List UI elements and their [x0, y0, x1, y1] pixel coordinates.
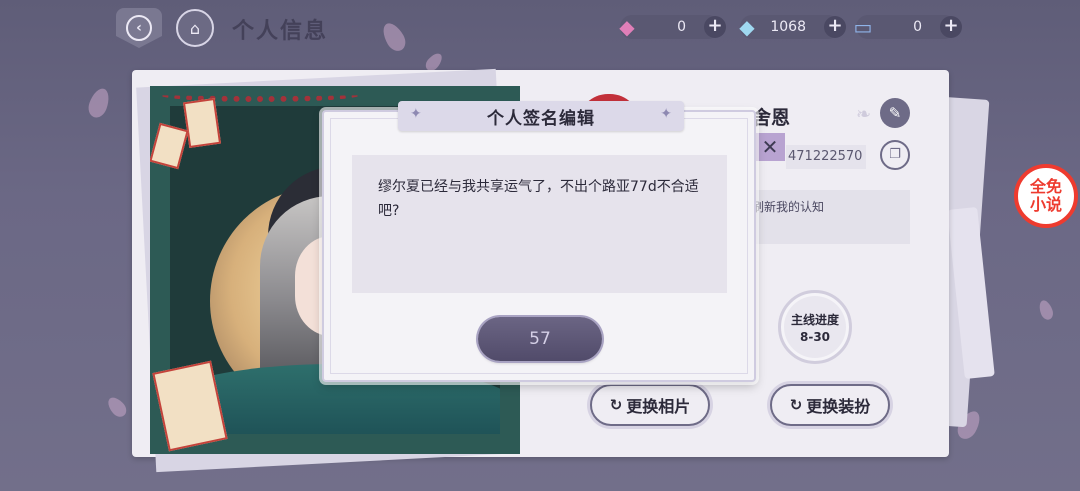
badge-line: 小说 — [1029, 195, 1062, 214]
refresh-icon: ↻ — [609, 396, 623, 414]
currency-ticket: ▭ 0 + — [854, 15, 962, 39]
pink-gem-icon: ◆ — [619, 15, 635, 39]
player-name: 舍恩 — [752, 107, 791, 129]
copy-icon: ❐ — [889, 147, 901, 162]
leaf-icon: ❧ — [856, 104, 872, 125]
back-button[interactable]: ‹ — [116, 8, 162, 48]
signature-input[interactable]: 缪尔夏已经与我共享运气了，不出个路亚77d不合适吧? — [352, 155, 727, 293]
add-ticket-button[interactable]: + — [940, 16, 962, 38]
petal-decoration — [378, 19, 410, 55]
change-photo-label: 更换相片 — [626, 397, 691, 416]
currency-diamond: ◆ 1068 + — [739, 15, 846, 39]
feather-icon: ✎ — [888, 104, 902, 122]
progress-value: 8-30 — [799, 330, 831, 344]
currency-pink-gem: ◆ 0 + — [619, 15, 726, 39]
story-progress-medal: 主线进度 8-30 — [778, 290, 852, 364]
refresh-icon: ↻ — [789, 396, 803, 414]
change-photo-button[interactable]: ↻ 更换相片 — [590, 384, 710, 426]
petal-decoration — [1036, 298, 1056, 322]
add-pink-gem-button[interactable]: + — [704, 16, 726, 38]
petal-decoration — [104, 394, 130, 420]
edit-name-button[interactable]: ✎ — [880, 98, 910, 128]
signature-preview: 刷新我的认知 — [752, 200, 825, 214]
page-title: 个人信息 — [232, 19, 329, 44]
copy-uid-button[interactable]: ❐ — [880, 140, 910, 170]
back-arrow-icon: ‹ — [126, 15, 152, 41]
dialog-title: 个人签名编辑 — [487, 108, 595, 129]
change-outfit-button[interactable]: ↻ 更换装扮 — [770, 384, 890, 426]
ticket-icon: ▭ — [853, 15, 873, 39]
diamond-icon: ◆ — [739, 15, 755, 39]
home-button[interactable]: ⌂ — [176, 9, 214, 47]
home-icon: ⌂ — [189, 18, 201, 38]
close-icon: ✕ — [755, 133, 785, 161]
dialog-title-tab: ✦ 个人签名编辑 ✦ — [398, 101, 684, 131]
petal-decoration — [85, 85, 113, 121]
sparkle-icon: ✦ — [660, 106, 672, 122]
player-uid: 471222570 — [786, 145, 866, 169]
add-diamond-button[interactable]: + — [824, 16, 846, 38]
change-outfit-label: 更换装扮 — [806, 397, 871, 416]
sparkle-icon: ✦ — [410, 106, 422, 122]
char-count-button[interactable]: 57 — [478, 317, 602, 361]
free-novel-badge[interactable]: 全免 小说 — [1014, 164, 1078, 228]
badge-line: 全免 — [1029, 177, 1062, 196]
progress-label: 主线进度 — [790, 313, 839, 327]
